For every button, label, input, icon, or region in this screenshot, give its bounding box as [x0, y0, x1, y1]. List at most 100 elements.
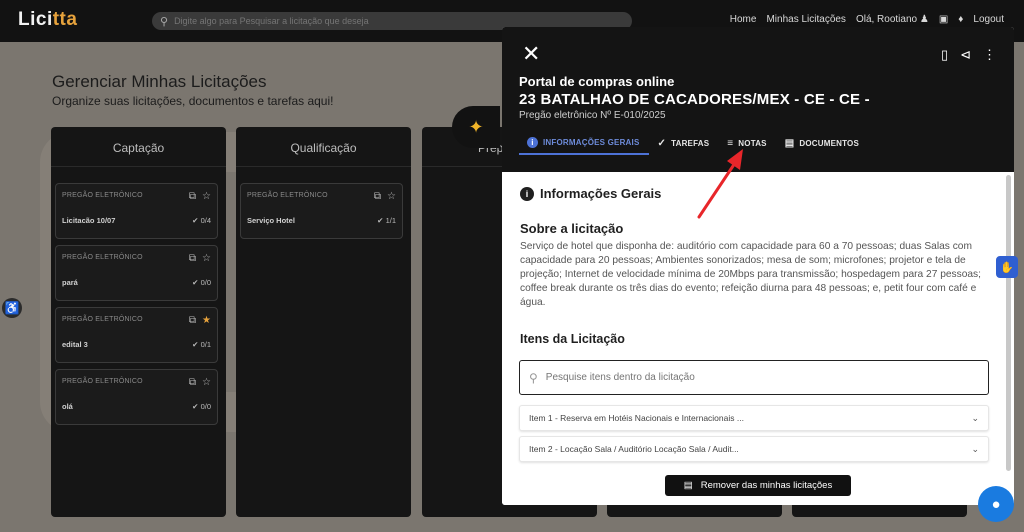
bid-detail-panel: ✕ ▯ ⊲ ⋮ Portal de compras online 23 BATA… — [502, 27, 1014, 505]
top-nav: Home Minhas Licitações Olá, Rootiano ♟ ▣… — [730, 14, 1004, 25]
accessibility-button[interactable]: ♿ — [2, 298, 22, 318]
card-count-value: 1/1 — [385, 216, 396, 225]
page-title: Gerenciar Minhas Licitações — [52, 72, 267, 91]
nav-user[interactable]: Olá, Rootiano ♟ — [856, 14, 929, 25]
item-label: Item 1 - Reserva em Hotéis Nacionais e I… — [529, 413, 744, 423]
id-card-icon[interactable]: ▣ — [939, 14, 948, 25]
card-name: Licitacão 10/07 — [62, 216, 116, 225]
remove-from-my-bids-button[interactable]: ▤ Remover das minhas licitações — [665, 475, 851, 496]
card-task-count: ✔ 0/0 — [192, 278, 211, 287]
section-title: Informações Gerais — [540, 186, 662, 201]
nav-minhas-link[interactable]: Minhas Licitações — [766, 14, 845, 25]
tab-label: NOTAS — [738, 138, 767, 148]
bid-card[interactable]: PREGÃO ELETRÔNICO ⧉ ☆ olá ✔ 0/0 — [55, 369, 218, 425]
open-icon[interactable]: ⧉ — [189, 315, 196, 326]
remove-label: Remover das minhas licitações — [700, 480, 833, 491]
star-icon[interactable]: ☆ — [202, 191, 211, 202]
star-icon[interactable]: ☆ — [387, 191, 396, 202]
tab-label: DOCUMENTOS — [799, 138, 859, 148]
user-icon: ♟ — [919, 14, 929, 25]
panel-tabs: i INFORMAÇÕES GERAIS ✓ TAREFAS ≡ NOTAS ▤ DOC… — [519, 131, 868, 155]
card-count-value: 0/0 — [200, 402, 211, 411]
itens-search[interactable]: ⚲ — [519, 360, 989, 395]
bid-card[interactable]: PREGÃO ELETRÔNICO ⧉ ☆ Serviço Hotel ✔ 1/1 — [240, 183, 403, 239]
search-icon: ⚲ — [160, 15, 169, 28]
card-task-count: ✔ 0/4 — [192, 216, 211, 225]
notes-icon: ≡ — [727, 137, 734, 149]
page-subtitle: Organize suas licitações, documentos e t… — [52, 94, 334, 108]
item-row[interactable]: Item 1 - Reserva em Hotéis Nacionais e I… — [519, 405, 989, 431]
bid-card[interactable]: PREGÃO ELETRÔNICO ⧉ ☆ Licitacão 10/07 ✔ 0… — [55, 183, 218, 239]
bell-icon[interactable]: ♦ — [958, 14, 963, 25]
card-count-value: 0/4 — [200, 216, 211, 225]
tab-label: TAREFAS — [671, 138, 710, 148]
check-circle-icon: ✔ — [192, 340, 199, 349]
column-captacao: Captação PREGÃO ELETRÔNICO ⧉ ☆ Licitacão … — [51, 127, 226, 517]
chat-bubble-icon[interactable]: ● — [978, 486, 1014, 522]
close-icon[interactable]: ✕ — [522, 43, 540, 65]
tab-notas[interactable]: ≡ NOTAS — [718, 131, 775, 155]
share-icon[interactable]: ⊲ — [960, 47, 971, 63]
open-icon[interactable]: ⧉ — [189, 377, 196, 388]
app-logo[interactable]: Licitta — [18, 9, 77, 31]
check-circle-icon: ✔ — [192, 402, 199, 411]
sparkle-icon: ✦ — [468, 116, 484, 137]
card-task-count: ✔ 0/1 — [192, 340, 211, 349]
nav-logout-link[interactable]: Logout — [973, 14, 1004, 25]
card-name: pará — [62, 278, 78, 287]
tab-label: INFORMAÇÕES GERAIS — [543, 137, 640, 147]
card-name: olá — [62, 402, 73, 411]
star-filled-icon[interactable]: ★ — [202, 315, 211, 326]
panel-actions: ▯ ⊲ ⋮ — [941, 47, 996, 63]
portal-name: Portal de compras online — [519, 74, 675, 89]
column-qualificacao: Qualificação PREGÃO ELETRÔNICO ⧉ ☆ Serviç… — [236, 127, 411, 517]
column-title: Captação — [51, 127, 226, 167]
tab-tarefas[interactable]: ✓ TAREFAS — [649, 131, 719, 155]
archive-icon: ▤ — [683, 480, 693, 491]
more-vertical-icon[interactable]: ⋮ — [983, 47, 996, 63]
item-label: Item 2 - Locação Sala / Auditório Locaçã… — [529, 444, 739, 454]
card-count-value: 0/0 — [200, 278, 211, 287]
pregao-number: Pregão eletrônico Nº E-010/2025 — [519, 110, 666, 121]
bid-card[interactable]: PREGÃO ELETRÔNICO ⧉ ★ edital 3 ✔ 0/1 — [55, 307, 218, 363]
check-circle-icon: ✓ — [657, 137, 667, 149]
card-task-count: ✔ 1/1 — [377, 216, 396, 225]
card-task-count: ✔ 0/0 — [192, 402, 211, 411]
sobre-title: Sobre a licitação — [520, 221, 624, 236]
logo-accent: tta — [52, 9, 78, 30]
chevron-down-icon: ⌄ — [971, 412, 979, 423]
bid-description: Serviço de hotel que disponha de: auditó… — [520, 241, 981, 308]
info-icon: i — [527, 136, 538, 148]
info-icon: i — [520, 186, 534, 201]
card-count-value: 0/1 — [200, 340, 211, 349]
check-circle-icon: ✔ — [377, 216, 384, 225]
column-title: Qualificação — [236, 127, 411, 167]
item-row[interactable]: Item 2 - Locação Sala / Auditório Locaçã… — [519, 436, 989, 462]
bookmark-icon[interactable]: ▯ — [941, 47, 948, 63]
bid-card[interactable]: PREGÃO ELETRÔNICO ⧉ ☆ pará ✔ 0/0 — [55, 245, 218, 301]
user-greeting: Olá, Rootiano — [855, 14, 918, 25]
nav-home-link[interactable]: Home — [730, 14, 757, 25]
open-icon[interactable]: ⧉ — [374, 191, 381, 202]
check-circle-icon: ✔ — [192, 278, 199, 287]
orgao-title: 23 BATALHAO DE CACADORES/MEX - CE - CE - — [519, 91, 870, 108]
star-icon[interactable]: ☆ — [202, 253, 211, 264]
star-icon[interactable]: ☆ — [202, 377, 211, 388]
panel-scrollbar[interactable] — [1006, 175, 1011, 471]
check-circle-icon: ✔ — [192, 216, 199, 225]
tab-documentos[interactable]: ▤ DOCUMENTOS — [776, 131, 868, 155]
section-header: i Informações Gerais — [520, 186, 661, 201]
search-icon: ⚲ — [529, 370, 538, 385]
open-icon[interactable]: ⧉ — [189, 253, 196, 264]
panel-header: ✕ ▯ ⊲ ⋮ Portal de compras online 23 BATA… — [502, 27, 1014, 172]
translate-icon[interactable]: ✋ — [996, 256, 1018, 278]
global-search-input[interactable] — [174, 16, 615, 26]
card-name: edital 3 — [62, 340, 88, 349]
ai-sparkle-button[interactable]: ✦ — [452, 106, 500, 148]
chevron-down-icon: ⌄ — [971, 443, 979, 454]
tab-informacoes-gerais[interactable]: i INFORMAÇÕES GERAIS — [519, 131, 649, 155]
open-icon[interactable]: ⧉ — [189, 191, 196, 202]
card-name: Serviço Hotel — [247, 216, 295, 225]
itens-search-input[interactable] — [545, 372, 966, 383]
document-icon: ▤ — [784, 137, 795, 149]
